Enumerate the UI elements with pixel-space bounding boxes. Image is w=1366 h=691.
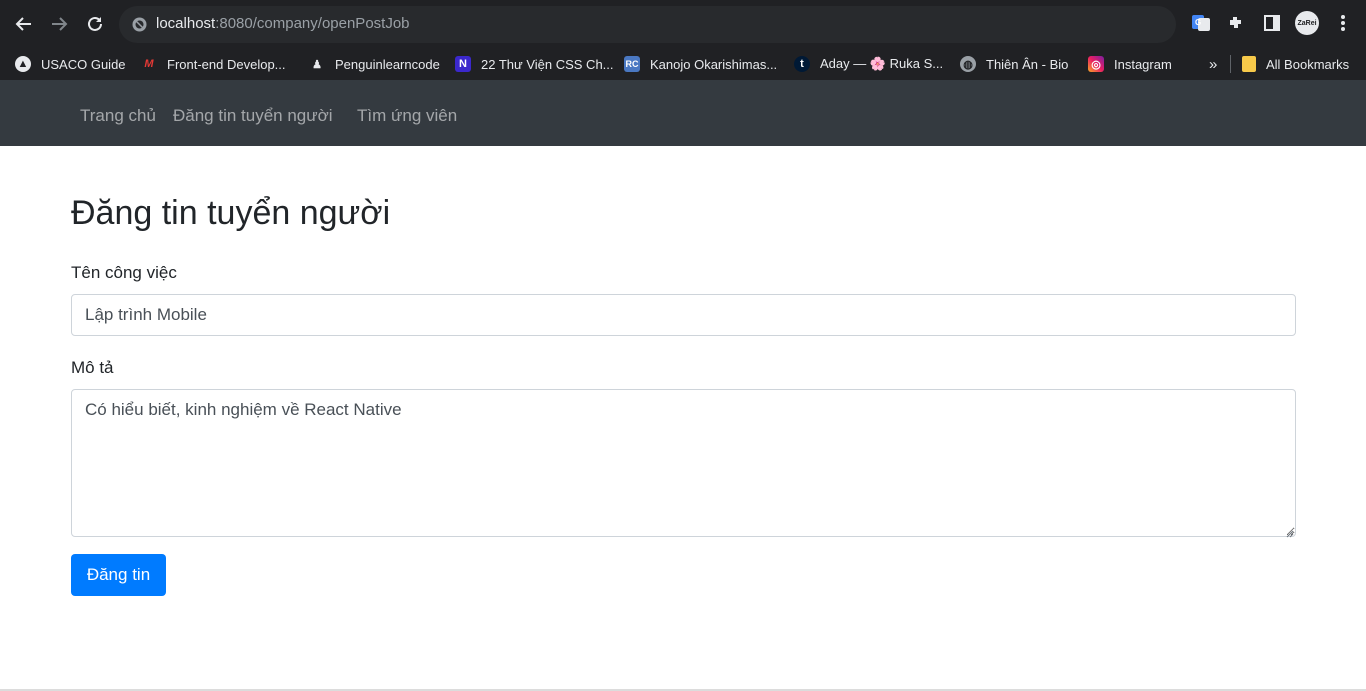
bookmark-label: Instagram	[1114, 56, 1172, 72]
bookmark-css-library[interactable]: N 22 Thư Viện CSS Ch...	[455, 54, 614, 74]
bookmark-front-end[interactable]: M Front-end Develop...	[141, 54, 286, 74]
job-title-label: Tên công việc	[71, 263, 177, 282]
back-icon[interactable]	[12, 12, 36, 36]
m-logo-icon: M	[144, 58, 154, 70]
bookmark-instagram[interactable]: ◎ Instagram	[1088, 54, 1172, 74]
job-title-input[interactable]	[71, 294, 1296, 336]
site-info-icon[interactable]	[131, 16, 148, 33]
svg-text:G: G	[1195, 18, 1201, 27]
address-bar[interactable]: localhost:8080/company/openPostJob	[119, 6, 1176, 43]
profile-label: ZaRei	[1297, 19, 1317, 27]
instagram-icon: ◎	[1088, 56, 1104, 72]
page-title: Đăng tin tuyển người	[71, 194, 391, 232]
bookmark-label: 22 Thư Viện CSS Ch...	[481, 56, 614, 72]
bookmark-label: Kanojo Okarishimas...	[650, 56, 778, 72]
n-logo-icon: N	[455, 56, 471, 72]
globe-icon: ◍	[960, 56, 976, 72]
bookmarks-bar: ▲ USACO Guide M Front-end Develop... ♟ P…	[0, 47, 1366, 80]
url-host: localhost	[156, 15, 216, 32]
description-label: Mô tả	[71, 358, 114, 377]
tumblr-icon: t	[794, 56, 810, 72]
overflow-label: »	[1209, 55, 1218, 73]
bookmark-label: Front-end Develop...	[167, 56, 286, 72]
site-navbar: Trang chủ Đăng tin tuyển người Tìm ứng v…	[0, 80, 1366, 146]
nav-link-find-candidates[interactable]: Tìm ứng viên	[357, 106, 457, 126]
all-bookmarks-label: All Bookmarks	[1266, 56, 1350, 72]
url-path: :8080/company/openPostJob	[215, 15, 410, 32]
description-textarea[interactable]: Có hiểu biết, kinh nghiệm về React Nativ…	[71, 389, 1296, 537]
bookmark-thien-an[interactable]: ◍ Thiên Ân - Bio	[960, 54, 1068, 74]
post-job-button[interactable]: Đăng tin	[71, 554, 166, 596]
bookmark-label: Thiên Ân - Bio	[986, 56, 1069, 72]
bookmark-penguinlearncode[interactable]: ♟ Penguinlearncode	[309, 54, 440, 74]
folder-icon	[1242, 56, 1256, 72]
bookmark-usaco-guide[interactable]: ▲ USACO Guide	[15, 54, 126, 74]
bookmarks-overflow-button[interactable]: »	[1209, 54, 1217, 74]
chrome-menu-icon[interactable]	[1332, 12, 1354, 34]
bookmark-label: USACO Guide	[41, 56, 126, 72]
all-bookmarks-button[interactable]: All Bookmarks	[1242, 54, 1349, 74]
bookmark-aday[interactable]: t Aday — 🌸 Ruka S...	[794, 54, 943, 74]
url-text: localhost:8080/company/openPostJob	[156, 15, 410, 32]
side-panel-icon[interactable]	[1261, 12, 1283, 34]
penguin-icon: ♟	[312, 58, 322, 71]
resize-handle-icon[interactable]	[1284, 525, 1294, 538]
google-translate-icon[interactable]: G	[1190, 12, 1212, 34]
nav-link-home[interactable]: Trang chủ	[80, 106, 156, 126]
bookmark-label: Aday — 🌸 Ruka S...	[820, 56, 944, 71]
bookmark-kanojo[interactable]: RC Kanojo Okarishimas...	[624, 54, 777, 74]
nav-link-post-job[interactable]: Đăng tin tuyển người	[173, 106, 333, 126]
usaco-icon: ▲	[15, 56, 31, 72]
bookmarks-divider	[1230, 55, 1231, 73]
forward-icon[interactable]	[47, 12, 71, 36]
browser-toolbar: localhost:8080/company/openPostJob G ZaR…	[0, 0, 1366, 47]
rc-logo-icon: RC	[624, 56, 640, 72]
bookmark-label: Penguinlearncode	[335, 56, 440, 72]
extensions-icon[interactable]	[1225, 12, 1247, 34]
reload-icon[interactable]	[83, 12, 107, 36]
profile-avatar[interactable]: ZaRei	[1295, 11, 1319, 35]
